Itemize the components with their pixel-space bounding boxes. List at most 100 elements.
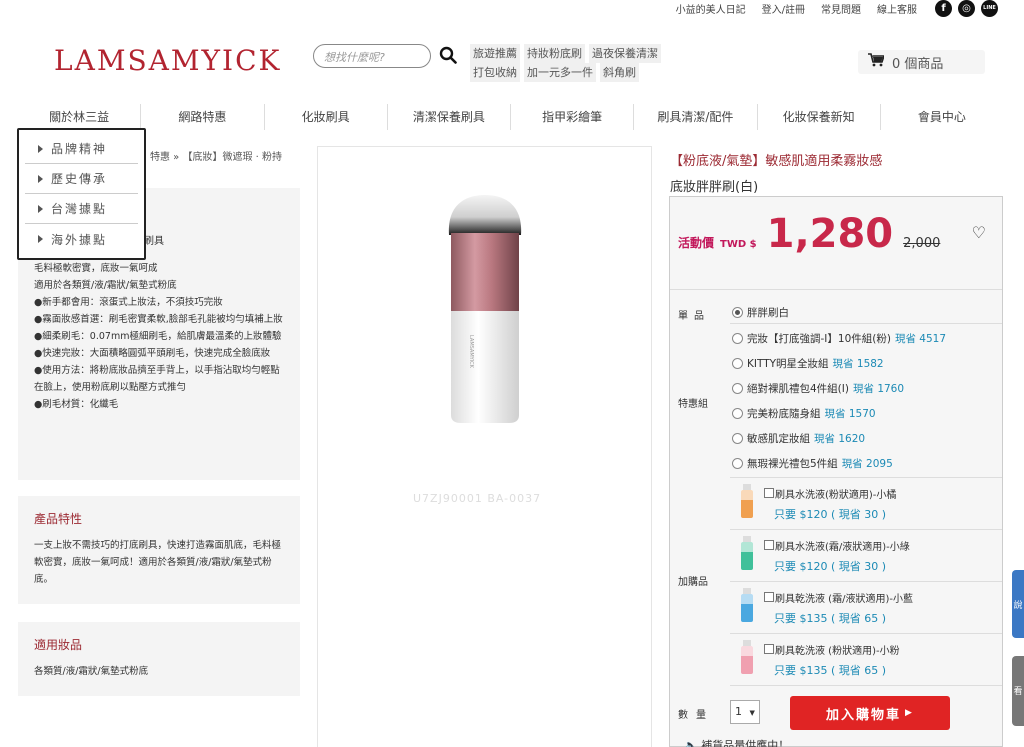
divider: [730, 685, 1002, 686]
radio[interactable]: [732, 433, 743, 444]
chevron-right-icon: ▶: [905, 708, 914, 718]
features-panel: 產品特性 一支上妝不需技巧的打底刷具，快速打造霧面肌底，毛料極軟密實，底妝一氣呵…: [18, 496, 300, 604]
addon-thumbnail: [741, 536, 753, 570]
hotword[interactable]: 持妝粉底刷: [524, 44, 585, 63]
addon-name: 刷具水洗液(霜/液狀適用)-小綠: [775, 542, 910, 553]
addon-thumbnail: [741, 640, 753, 674]
option-bundle[interactable]: 完妝【打底強調-I】10件組(粉) 現省 4517: [732, 331, 946, 346]
option-bundle[interactable]: KITTY明星全妝組 現省 1582: [732, 356, 884, 371]
option-bundle[interactable]: 敏感肌定妝組 現省 1620: [732, 431, 865, 446]
addon-name: 刷具乾洗液 (粉狀適用)-小粉: [775, 646, 900, 657]
purchase-box: 活動價 TWD $ 1,280 2,000 ♡ 單品 胖胖刷白 特惠組 完妝【打…: [669, 196, 1003, 747]
addon-price: 只要 $135 ( 現省 65 ): [774, 664, 887, 677]
nav-online-deals[interactable]: 網路特惠: [141, 104, 265, 130]
radio[interactable]: [732, 383, 743, 394]
description-text: 毛料極軟密實，底妝一氣呵成 適用於各類質/液/霜狀/氣墊式粉底 ●新手都會用：滾…: [34, 263, 283, 410]
speaker-icon: 🔈: [684, 739, 698, 747]
hotword[interactable]: 旅遊推薦: [470, 44, 520, 63]
hotword[interactable]: 加一元多一件: [524, 63, 596, 82]
bundle-label: 特惠組: [678, 399, 708, 410]
bundle-name: 無瑕裸光禮包5件組: [747, 458, 838, 470]
cart-button[interactable]: 0 個商品: [858, 50, 985, 74]
option-single[interactable]: 胖胖刷白: [732, 305, 789, 320]
nav-about[interactable]: 關於林三益: [18, 104, 142, 130]
nav-nail-brushes[interactable]: 指甲彩繪筆: [511, 104, 635, 130]
bundle-save: 現省 1620: [814, 433, 866, 445]
side-tab-chat[interactable]: 說: [1012, 570, 1024, 638]
link-online-service[interactable]: 線上客服: [877, 1, 917, 16]
option-bundle[interactable]: 無瑕裸光禮包5件組 現省 2095: [732, 456, 893, 471]
menu-item-brand-spirit[interactable]: 品牌精神: [25, 134, 138, 164]
addon-thumbnail: [741, 588, 753, 622]
line-icon[interactable]: LINE: [981, 0, 998, 17]
price-row: 活動價 TWD $ 1,280 2,000: [678, 211, 940, 257]
side-tab-view[interactable]: 看: [1012, 656, 1024, 726]
about-dropdown-menu: 品牌精神 歷史傳承 台灣據點 海外據點: [17, 128, 146, 260]
link-beauty-diary[interactable]: 小益的美人日記: [676, 1, 746, 16]
radio[interactable]: [732, 358, 743, 369]
nav-beauty-news[interactable]: 化妝保養新知: [758, 104, 881, 130]
radio-selected[interactable]: [732, 307, 743, 318]
addon-label: 加購品: [678, 577, 708, 588]
svg-text:LAMSAMYICK: LAMSAMYICK: [468, 335, 474, 369]
option-bundle[interactable]: 絕對裸肌禮包4件組(I) 現省 1760: [732, 381, 904, 396]
description-title-fragment: 刷具: [144, 236, 164, 247]
brand-logo[interactable]: LAMSAMYICK: [54, 44, 281, 77]
bundle-save: 現省 1760: [852, 383, 905, 395]
bundle-name: 絕對裸肌禮包4件組(I): [747, 383, 849, 395]
radio[interactable]: [732, 408, 743, 419]
social-links: f ◎ LINE: [935, 0, 998, 17]
product-sku: U7ZJ90001 BA-0037: [413, 492, 542, 505]
addon-thumbnail: [741, 484, 753, 518]
product-category-title: 【粉底液/氣墊】敏感肌適用柔霧妝感: [670, 154, 883, 169]
addon-item: 刷具乾洗液 (粉狀適用)-小粉 只要 $135 ( 現省 65 ): [730, 633, 1002, 683]
addon-checkbox[interactable]: [764, 644, 774, 654]
menu-item-overseas-stores[interactable]: 海外據點: [25, 224, 138, 254]
instagram-icon[interactable]: ◎: [958, 0, 975, 17]
addon-checkbox[interactable]: [764, 488, 774, 498]
link-faq[interactable]: 常見問題: [821, 1, 861, 16]
quantity-select[interactable]: 1 ▼: [730, 700, 760, 724]
nav-member-center[interactable]: 會員中心: [881, 104, 1003, 130]
hot-keywords: 旅遊推薦 持妝粉底刷 過夜保養清潔 打包收納 加一元多一件 斜角刷: [470, 44, 690, 82]
option-label: 胖胖刷白: [747, 307, 789, 319]
applicable-text: 各類質/液/霜狀/氣墊式粉底: [34, 666, 149, 677]
stock-status: 🔈 補貨品量供應中！: [684, 737, 789, 747]
add-to-cart-label: 加入購物車: [826, 707, 902, 723]
addon-checkbox[interactable]: [764, 592, 774, 602]
nav-makeup-brushes[interactable]: 化妝刷具: [265, 104, 388, 130]
wishlist-heart-icon[interactable]: ♡: [972, 223, 986, 242]
bundle-save: 現省 1582: [832, 358, 884, 370]
addon-name: 刷具水洗液(粉狀適用)-小橘: [775, 490, 897, 501]
applicable-products-panel: 適用妝品 各類質/液/霜狀/氣墊式粉底: [18, 622, 300, 696]
bundle-save: 現省 1570: [824, 408, 876, 420]
link-login-register[interactable]: 登入/註冊: [762, 1, 805, 16]
addon-item: 刷具水洗液(霜/液狀適用)-小綠 只要 $120 ( 現省 30 ): [730, 529, 1002, 579]
menu-item-history[interactable]: 歷史傳承: [25, 164, 138, 194]
nav-cleansing-brushes[interactable]: 清潔保養刷具: [388, 104, 511, 130]
addon-checkbox[interactable]: [764, 540, 774, 550]
bundle-name: 完美粉底隨身組: [747, 408, 821, 420]
addon-item: 刷具水洗液(粉狀適用)-小橘 只要 $120 ( 現省 30 ): [730, 477, 1002, 527]
hotword[interactable]: 打包收納: [470, 63, 520, 82]
hotword[interactable]: 斜角刷: [600, 63, 639, 82]
product-image[interactable]: LAMSAMYICK: [425, 185, 545, 455]
radio[interactable]: [732, 458, 743, 469]
divider: [670, 289, 1002, 290]
menu-item-taiwan-stores[interactable]: 台灣據點: [25, 194, 138, 224]
add-to-cart-button[interactable]: 加入購物車 ▶: [790, 696, 950, 730]
facebook-icon[interactable]: f: [935, 0, 952, 17]
cart-count: 0 個商品: [892, 56, 944, 72]
nav-brush-care[interactable]: 刷具清潔/配件: [634, 104, 758, 130]
features-text: 一支上妝不需技巧的打底刷具，快速打造霧面肌底，毛料極軟密實，底妝一氣呵成！適用於…: [34, 540, 282, 585]
main-nav: 關於林三益 網路特惠 化妝刷具 清潔保養刷具 指甲彩繪筆 刷具清潔/配件 化妝保…: [18, 104, 1003, 130]
cart-icon: [868, 53, 886, 71]
search-input[interactable]: 想找什麼呢?: [313, 44, 431, 68]
divider: [730, 323, 1002, 324]
search-icon[interactable]: [439, 46, 457, 64]
promo-label: 活動價: [678, 236, 715, 250]
option-bundle[interactable]: 完美粉底隨身組 現省 1570: [732, 406, 876, 421]
hotword[interactable]: 過夜保養清潔: [589, 44, 661, 63]
radio[interactable]: [732, 333, 743, 344]
addon-item: 刷具乾洗液 (霜/液狀適用)-小藍 只要 $135 ( 現省 65 ): [730, 581, 1002, 631]
